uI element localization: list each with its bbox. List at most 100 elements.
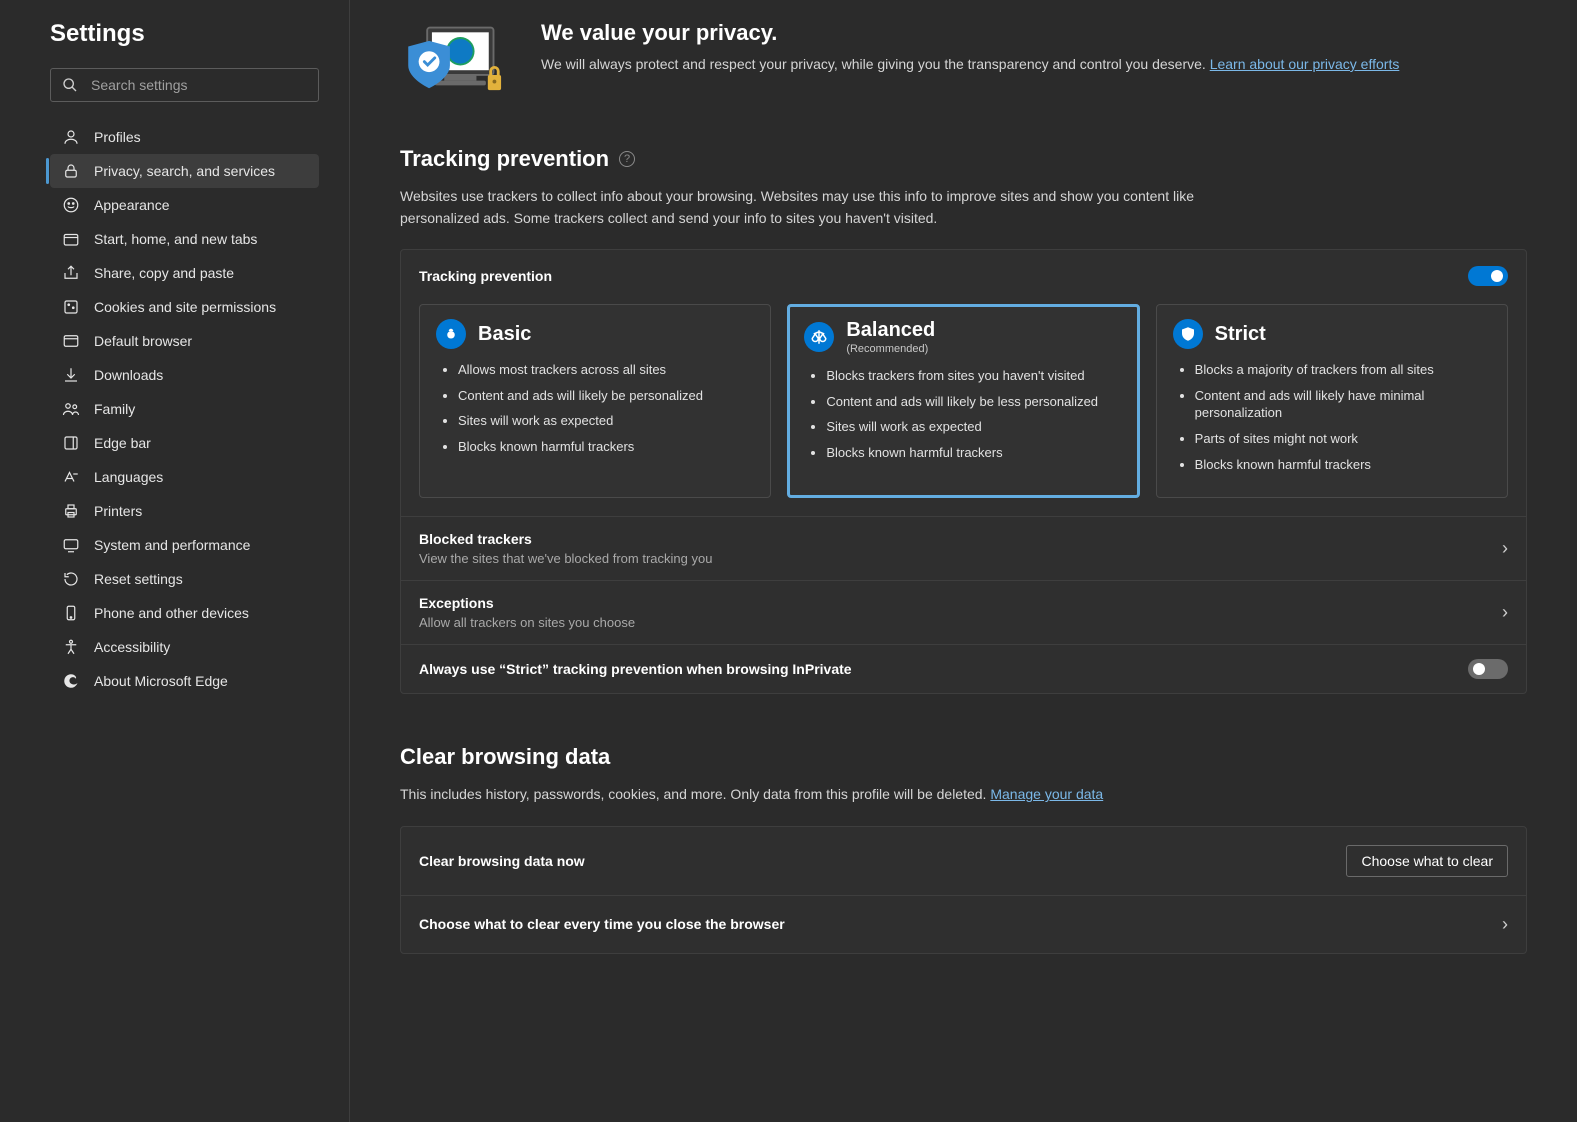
tracking-card-strict[interactable]: Strict Blocks a majority of trackers fro… (1156, 304, 1508, 498)
strict-inprivate-toggle[interactable] (1468, 659, 1508, 679)
sidebar-item-label: Cookies and site permissions (94, 299, 276, 315)
sidebar-item-label: Share, copy and paste (94, 265, 234, 281)
clear-browsing-description: This includes history, passwords, cookie… (400, 784, 1260, 806)
sidebar-item-label: Printers (94, 503, 142, 519)
search-input[interactable] (50, 68, 319, 102)
card-bullets: Blocks trackers from sites you haven't v… (804, 367, 1122, 461)
sidebar-item-languages[interactable]: Languages (50, 460, 319, 494)
sidebar-item-label: Edge bar (94, 435, 151, 451)
sidebar-item-share[interactable]: Share, copy and paste (50, 256, 319, 290)
chevron-right-icon: › (1502, 538, 1508, 559)
languages-icon (62, 468, 80, 486)
manage-data-link[interactable]: Manage your data (990, 786, 1103, 802)
tracking-prevention-panel: Tracking prevention Basic Allows (400, 249, 1527, 694)
reset-icon (62, 570, 80, 588)
sidebar-item-label: System and performance (94, 537, 250, 553)
sidebar-item-about[interactable]: About Microsoft Edge (50, 664, 319, 698)
sidebar-item-edge-bar[interactable]: Edge bar (50, 426, 319, 460)
sidebar-item-phone[interactable]: Phone and other devices (50, 596, 319, 630)
privacy-efforts-link[interactable]: Learn about our privacy efforts (1210, 56, 1400, 72)
sidebar-item-label: Start, home, and new tabs (94, 231, 257, 247)
sidebar-item-label: About Microsoft Edge (94, 673, 228, 689)
row-title: Choose what to clear every time you clos… (419, 916, 785, 932)
card-title: Basic (478, 323, 531, 346)
chevron-right-icon: › (1502, 602, 1508, 623)
blocked-trackers-row[interactable]: Blocked trackers View the sites that we'… (401, 516, 1526, 580)
sidebar-item-label: Family (94, 401, 135, 417)
tracking-toggle-label: Tracking prevention (419, 268, 552, 284)
lock-icon (62, 162, 80, 180)
row-title: Exceptions (419, 595, 635, 611)
phone-icon (62, 604, 80, 622)
sidebar-item-family[interactable]: Family (50, 392, 319, 426)
sidebar-item-accessibility[interactable]: Accessibility (50, 630, 319, 664)
row-title: Clear browsing data now (419, 853, 585, 869)
edge-icon (62, 672, 80, 690)
hero-description: We will always protect and respect your … (541, 54, 1399, 75)
clear-on-close-row[interactable]: Choose what to clear every time you clos… (401, 896, 1526, 953)
sidebar-item-label: Appearance (94, 197, 170, 213)
clear-browsing-title: Clear browsing data (400, 744, 1527, 770)
sidebar-item-label: Reset settings (94, 571, 183, 587)
sidebar-item-label: Downloads (94, 367, 163, 383)
sidebar-item-system[interactable]: System and performance (50, 528, 319, 562)
settings-title: Settings (50, 20, 319, 48)
download-icon (62, 366, 80, 384)
sidebar-item-default-browser[interactable]: Default browser (50, 324, 319, 358)
choose-what-to-clear-button[interactable]: Choose what to clear (1346, 845, 1508, 877)
sidebar-item-label: Phone and other devices (94, 605, 249, 621)
exceptions-row[interactable]: Exceptions Allow all trackers on sites y… (401, 580, 1526, 644)
hero-title: We value your privacy. (541, 20, 1399, 46)
balanced-icon (804, 322, 834, 352)
tracking-card-basic[interactable]: Basic Allows most trackers across all si… (419, 304, 771, 498)
row-subtitle: Allow all trackers on sites you choose (419, 615, 635, 630)
row-subtitle: View the sites that we've blocked from t… (419, 551, 712, 566)
profile-icon (62, 128, 80, 146)
basic-icon (436, 319, 466, 349)
cookies-icon (62, 298, 80, 316)
info-icon[interactable]: ? (619, 151, 635, 167)
card-bullets: Blocks a majority of trackers from all s… (1173, 361, 1491, 473)
card-title: Strict (1215, 323, 1266, 346)
card-title: Balanced (846, 319, 935, 342)
card-bullets: Allows most trackers across all sites Co… (436, 361, 754, 455)
sidebar-item-reset[interactable]: Reset settings (50, 562, 319, 596)
clear-now-row: Clear browsing data now Choose what to c… (401, 827, 1526, 896)
sidebar-item-label: Default browser (94, 333, 192, 349)
appearance-icon (62, 196, 80, 214)
sidebar-item-appearance[interactable]: Appearance (50, 188, 319, 222)
tracking-prevention-toggle[interactable] (1468, 266, 1508, 286)
sidebar-item-label: Languages (94, 469, 163, 485)
sidebar-nav: Profiles Privacy, search, and services A… (50, 120, 319, 698)
edge-bar-icon (62, 434, 80, 452)
chevron-right-icon: › (1502, 914, 1508, 935)
accessibility-icon (62, 638, 80, 656)
sidebar-item-privacy[interactable]: Privacy, search, and services (50, 154, 319, 188)
sidebar-item-start[interactable]: Start, home, and new tabs (50, 222, 319, 256)
sidebar-item-profiles[interactable]: Profiles (50, 120, 319, 154)
sidebar-item-printers[interactable]: Printers (50, 494, 319, 528)
sidebar-item-label: Accessibility (94, 639, 170, 655)
privacy-hero-graphic (400, 20, 515, 110)
row-title: Blocked trackers (419, 531, 712, 547)
system-icon (62, 536, 80, 554)
clear-browsing-panel: Clear browsing data now Choose what to c… (400, 826, 1527, 954)
strict-inprivate-row: Always use “Strict” tracking prevention … (401, 644, 1526, 693)
card-subtitle: (Recommended) (846, 343, 935, 355)
sidebar-item-label: Privacy, search, and services (94, 163, 275, 179)
sidebar-item-cookies[interactable]: Cookies and site permissions (50, 290, 319, 324)
sidebar-item-downloads[interactable]: Downloads (50, 358, 319, 392)
share-icon (62, 264, 80, 282)
search-icon (62, 77, 78, 93)
row-title: Always use “Strict” tracking prevention … (419, 661, 852, 677)
tabs-icon (62, 230, 80, 248)
tracking-prevention-title: Tracking prevention (400, 146, 609, 172)
tracking-prevention-description: Websites use trackers to collect info ab… (400, 186, 1260, 229)
family-icon (62, 400, 80, 418)
settings-sidebar: Settings Profiles Privacy, search, and s… (0, 0, 350, 1122)
sidebar-item-label: Profiles (94, 129, 141, 145)
main-content: We value your privacy. We will always pr… (350, 0, 1577, 1122)
browser-icon (62, 332, 80, 350)
tracking-card-balanced[interactable]: Balanced (Recommended) Blocks trackers f… (787, 304, 1139, 498)
printer-icon (62, 502, 80, 520)
